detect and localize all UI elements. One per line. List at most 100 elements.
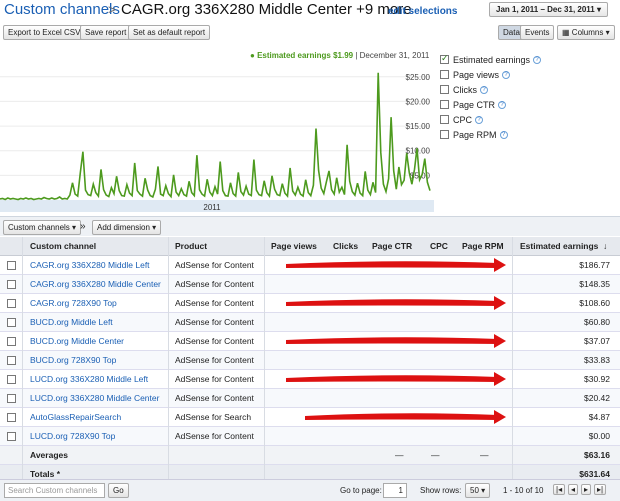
metric-option[interactable]: Page RPM? (440, 127, 610, 142)
help-icon[interactable]: ? (480, 85, 488, 94)
table-row[interactable]: LUCD.org 336X280 Middle Left AdSense for … (0, 370, 620, 389)
column-header[interactable]: Custom channel (30, 241, 96, 251)
average-dash: — (395, 450, 404, 460)
row-checkbox[interactable] (7, 280, 16, 289)
table-row[interactable]: CAGR.org 728X90 Top AdSense for Content $1… (0, 294, 620, 313)
metric-checkbox[interactable] (440, 70, 449, 79)
channel-link[interactable]: LUCD.org 336X280 Middle Left (30, 374, 148, 384)
table-row[interactable]: LUCD.org 336X280 Middle Center AdSense fo… (0, 389, 620, 408)
goto-page-label: Go to page: (340, 486, 382, 495)
product-cell: AdSense for Content (175, 355, 254, 365)
product-cell: AdSense for Content (175, 431, 254, 441)
chevrons-icon: » (80, 221, 86, 232)
averages-row: Averages $63.16 — — — (0, 446, 620, 465)
column-header[interactable]: Clicks (333, 241, 358, 251)
pagination-range: 1 - 10 of 10 (503, 486, 544, 495)
row-checkbox[interactable] (7, 375, 16, 384)
dimension-dropdown[interactable]: Custom channels ▾ (3, 220, 82, 235)
show-rows-label: Show rows: (420, 486, 462, 495)
column-header[interactable]: Page RPM (462, 241, 504, 251)
column-divider (168, 237, 169, 479)
metric-checkbox[interactable] (440, 100, 449, 109)
earnings-cell: $4.87 (588, 412, 610, 422)
y-tick-label: $20.00 (406, 97, 431, 106)
help-icon[interactable]: ? (475, 115, 484, 124)
table-row[interactable]: CAGR.org 336X280 Middle Left AdSense for … (0, 256, 620, 275)
metric-label: Page views (453, 69, 500, 80)
metric-checkbox[interactable] (440, 53, 449, 64)
row-checkbox[interactable] (7, 299, 16, 308)
earnings-cell: $186.77 (579, 260, 610, 270)
totals-earnings: $631.64 (579, 469, 610, 479)
product-cell: AdSense for Content (175, 336, 254, 346)
column-divider (264, 237, 265, 479)
row-checkbox[interactable] (7, 413, 16, 422)
table-row[interactable]: BUCD.org Middle Left AdSense for Content $… (0, 313, 620, 332)
column-header[interactable]: Estimated earnings (520, 241, 598, 251)
table-row[interactable]: BUCD.org Middle Center AdSense for Conten… (0, 332, 620, 351)
metric-option[interactable]: Estimated earnings? (440, 52, 610, 67)
rows-per-page-select[interactable]: 50 ▾ (465, 483, 491, 498)
metric-selector: Estimated earnings?Page views?Clicks?Pag… (440, 52, 610, 142)
product-cell: AdSense for Content (175, 393, 254, 403)
help-icon[interactable]: ? (502, 70, 511, 79)
metric-option[interactable]: Page views? (440, 67, 610, 82)
row-checkbox[interactable] (7, 356, 16, 365)
help-icon[interactable]: ? (533, 55, 542, 64)
column-header[interactable]: CPC (430, 241, 448, 251)
table-row[interactable]: LUCD.org 728X90 Top AdSense for Content $0… (0, 427, 620, 446)
row-checkbox[interactable] (7, 394, 16, 403)
table-header: Custom channel Product Page views Clicks Pag… (0, 237, 620, 256)
product-cell: AdSense for Content (175, 317, 254, 327)
metric-checkbox[interactable] (440, 85, 449, 94)
earnings-cell: $33.83 (584, 355, 610, 365)
column-divider (22, 237, 23, 479)
channel-link[interactable]: AutoGlassRepairSearch (30, 412, 121, 422)
last-page-icon[interactable]: ▸| (594, 484, 607, 495)
row-checkbox[interactable] (7, 261, 16, 270)
help-icon[interactable]: ? (498, 100, 507, 109)
metric-option[interactable]: Page CTR? (440, 97, 610, 112)
column-header[interactable]: Page views (271, 241, 317, 251)
metric-label: Estimated earnings (453, 54, 531, 65)
row-checkbox[interactable] (7, 337, 16, 346)
product-cell: AdSense for Content (175, 260, 254, 270)
channel-link[interactable]: BUCD.org Middle Left (30, 317, 113, 327)
earnings-cell: $37.07 (584, 336, 610, 346)
table-row[interactable]: BUCD.org 728X90 Top AdSense for Content $3… (0, 351, 620, 370)
channel-link[interactable]: CAGR.org 728X90 Top (30, 298, 117, 308)
metric-checkbox[interactable] (440, 130, 449, 139)
metric-label: Clicks (453, 84, 477, 95)
add-dimension-dropdown[interactable]: Add dimension ▾ (92, 220, 162, 235)
dimension-label: Custom channels (8, 223, 70, 232)
channel-link[interactable]: LUCD.org 728X90 Top (30, 431, 115, 441)
earnings-cell: $0.00 (588, 431, 610, 441)
row-checkbox[interactable] (7, 432, 16, 441)
channel-link[interactable]: CAGR.org 336X280 Middle Center (30, 279, 161, 289)
channel-link[interactable]: LUCD.org 336X280 Middle Center (30, 393, 159, 403)
search-channels-input[interactable]: Search Custom channels (4, 483, 105, 498)
row-checkbox[interactable] (7, 318, 16, 327)
channel-link[interactable]: BUCD.org 728X90 Top (30, 355, 116, 365)
page-number-input[interactable]: 1 (383, 483, 407, 498)
metric-label: Page CTR (453, 99, 496, 110)
product-cell: AdSense for Content (175, 374, 254, 384)
earnings-cell: $60.80 (584, 317, 610, 327)
channel-link[interactable]: BUCD.org Middle Center (30, 336, 124, 346)
table-row[interactable]: AutoGlassRepairSearch AdSense for Search $… (0, 408, 620, 427)
table-row[interactable]: CAGR.org 336X280 Middle Center AdSense fo… (0, 275, 620, 294)
metric-option[interactable]: CPC? (440, 112, 610, 127)
go-button[interactable]: Go (108, 483, 129, 498)
metric-checkbox[interactable] (440, 115, 449, 124)
column-header[interactable]: Page CTR (372, 241, 412, 251)
metric-option[interactable]: Clicks? (440, 82, 610, 97)
column-header[interactable]: Product (175, 241, 207, 251)
sort-desc-icon: ↓ (603, 241, 608, 251)
help-icon[interactable]: ? (499, 130, 508, 139)
earnings-cell: $20.42 (584, 393, 610, 403)
first-page-icon[interactable]: |◂ (553, 484, 566, 495)
next-page-icon[interactable]: ▸ (581, 484, 592, 495)
prev-page-icon[interactable]: ◂ (568, 484, 579, 495)
channel-link[interactable]: CAGR.org 336X280 Middle Left (30, 260, 150, 270)
y-tick-label: $25.00 (406, 73, 431, 82)
